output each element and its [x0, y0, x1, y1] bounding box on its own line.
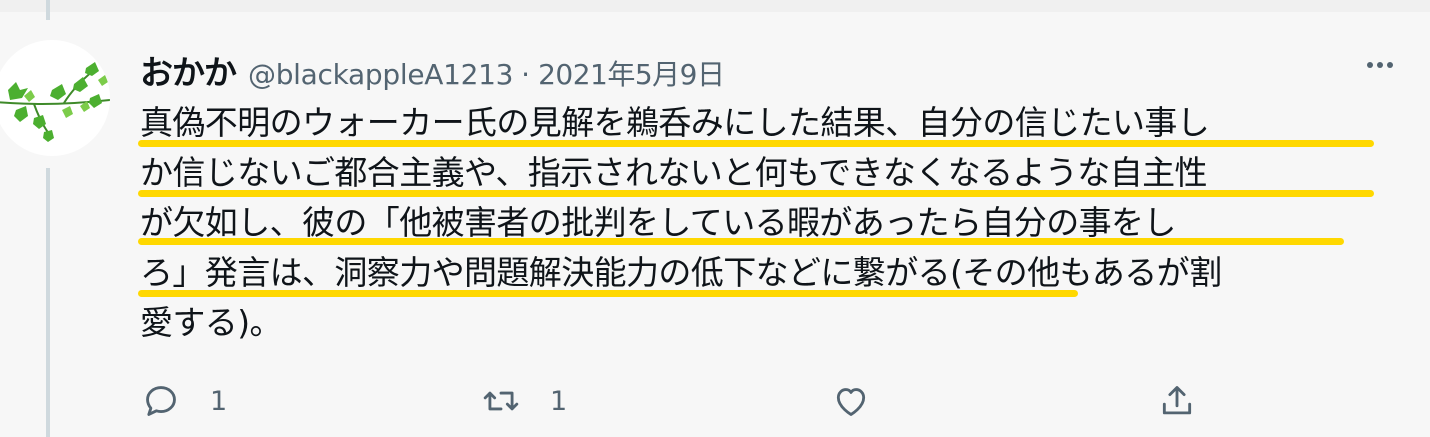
- tweet-date[interactable]: 2021年5月9日: [538, 53, 725, 93]
- tweet-text-line: ろ」発言は、洞察力や問題解決能力の低下などに繋がる(その他もあるが割: [140, 253, 1222, 292]
- reply-icon: [146, 386, 176, 416]
- tweet-text-line: 愛する)。: [140, 303, 282, 342]
- thread-connector-top: [46, 0, 50, 20]
- tweet-text-line: か信じないご都合主義や、指示されないと何もできなくなるような自主性: [140, 153, 1207, 192]
- tweet-text-line: 真偽不明のウォーカー氏の見解を鵜呑みにした結果、自分の信じたい事し: [140, 103, 1210, 142]
- tweet-text: 真偽不明のウォーカー氏の見解を鵜呑みにした結果、自分の信じたい事し か信じないご…: [140, 98, 1410, 348]
- ivy-leaves-icon: [0, 62, 110, 142]
- previous-tweet-edge: [0, 0, 1430, 12]
- like-icon: [836, 388, 866, 416]
- reply-button[interactable]: 1: [142, 382, 227, 420]
- share-button[interactable]: [1158, 382, 1196, 420]
- header-separator: ·: [521, 58, 531, 91]
- retweet-button[interactable]: 1: [482, 382, 567, 420]
- tweet-actions: 1 1: [0, 376, 1430, 432]
- tweet-header: おかか @blackappleA1213 · 2021年5月9日: [140, 46, 725, 94]
- retweet-icon: [483, 391, 519, 411]
- share-icon: [1162, 386, 1192, 415]
- avatar[interactable]: [0, 40, 110, 156]
- tweet-text-line: が欠如し、彼の「他被害者の批判をしている暇があったら自分の事をし: [140, 203, 1176, 242]
- retweet-count: 1: [550, 385, 568, 417]
- display-name[interactable]: おかか: [140, 46, 237, 94]
- like-button[interactable]: [832, 382, 870, 420]
- user-handle[interactable]: @blackappleA1213: [248, 58, 513, 91]
- more-options-icon[interactable]: [1360, 50, 1400, 80]
- reply-count: 1: [210, 385, 228, 417]
